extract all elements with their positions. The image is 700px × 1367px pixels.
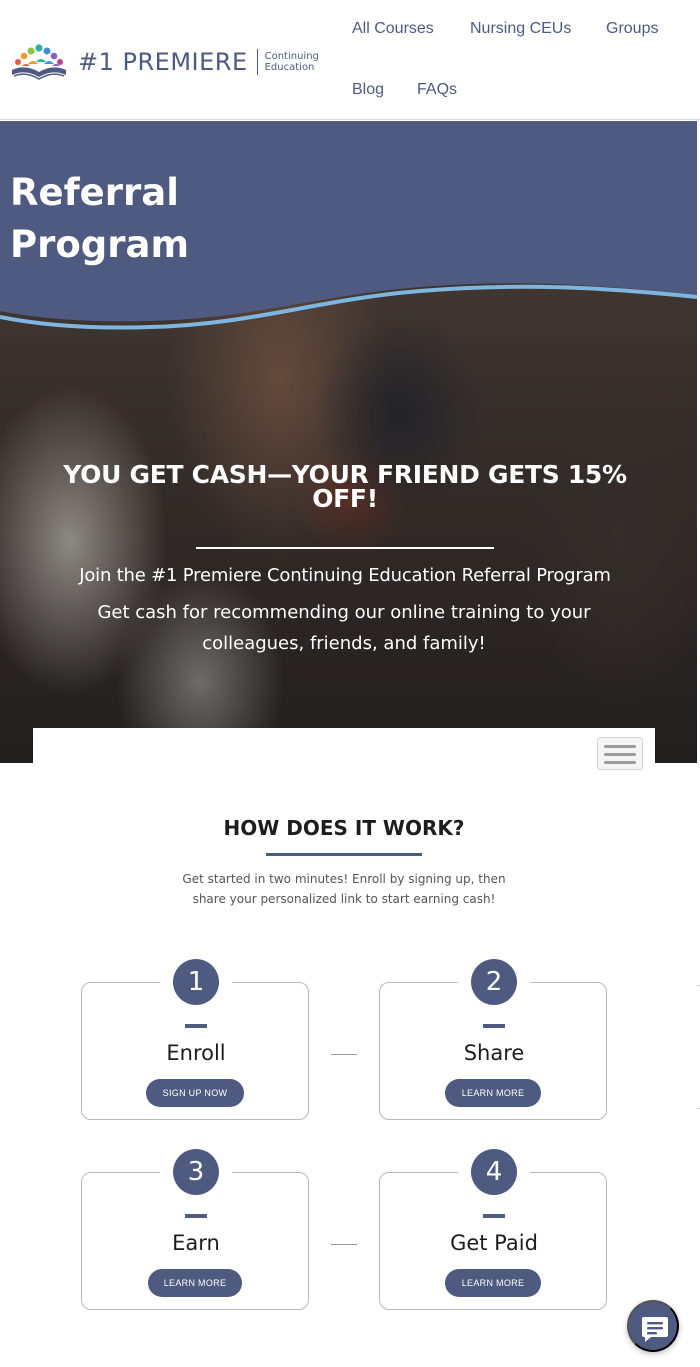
step-number: 2 (471, 959, 517, 1005)
hero-white-panel (33, 728, 655, 763)
logo-subtitle-line-2: Education (264, 62, 315, 73)
step-name: Enroll (166, 1041, 226, 1065)
hero-divider (196, 547, 494, 549)
site-logo[interactable]: #1 PREMIERE Continuing Education (10, 38, 320, 86)
nav-blog[interactable]: Blog (352, 81, 384, 99)
menu-line (604, 745, 636, 748)
share-learn-more-button[interactable]: LEARN MORE (445, 1079, 541, 1107)
step-name: Earn (172, 1231, 220, 1255)
step-card-enroll: 1 Enroll SIGN UP NOW (81, 959, 309, 1120)
step-name: Share (463, 1041, 525, 1065)
step-number: 1 (173, 959, 219, 1005)
page-title: Referral Program (10, 171, 190, 266)
how-it-works-description: Get started in two minutes! Enroll by si… (182, 872, 506, 906)
logo-subtitle: Continuing Education (265, 51, 319, 73)
step-dash (483, 1024, 505, 1028)
site-header: #1 PREMIERE Continuing Education All Cou… (0, 0, 700, 120)
menu-line (604, 761, 636, 764)
chat-bubble-icon[interactable] (627, 1300, 679, 1352)
step-connector (331, 1244, 357, 1245)
nav-nursing-ceus[interactable]: Nursing CEUs (470, 20, 571, 38)
book-with-people-icon (10, 42, 68, 82)
hero-section: Referral Program YOU GET CASH—YOUR FRIEN… (0, 121, 697, 763)
step-dash (185, 1214, 207, 1218)
menu-line (604, 753, 636, 756)
logo-divider (256, 49, 258, 75)
nav-all-courses[interactable]: All Courses (352, 20, 434, 38)
earn-learn-more-button[interactable]: LEARN MORE (148, 1269, 242, 1297)
step-number: 4 (471, 1149, 517, 1195)
hero-headline: YOU GET CASH—YOUR FRIEND GETS 15% OFF! (63, 460, 627, 513)
get-paid-learn-more-button[interactable]: LEARN MORE (445, 1269, 541, 1297)
step-dash (185, 1024, 207, 1028)
nav-groups[interactable]: Groups (606, 20, 658, 38)
logo-subtitle-line-1: Continuing (264, 51, 319, 62)
hamburger-menu-icon[interactable] (597, 737, 643, 770)
hero-subheadline: Join the #1 Premiere Continuing Educatio… (79, 565, 611, 586)
how-it-works-title: HOW DOES IT WORK? (223, 816, 465, 840)
step-connector (331, 1054, 357, 1055)
step-number: 3 (173, 1149, 219, 1195)
step-dash (483, 1214, 505, 1218)
step-card-earn: 3 Earn LEARN MORE (81, 1149, 309, 1310)
step-name: Get Paid (450, 1231, 538, 1255)
step-card-get-paid: 4 Get Paid LEARN MORE (379, 1149, 607, 1310)
sign-up-now-button[interactable]: SIGN UP NOW (146, 1079, 244, 1107)
hero-description: Get cash for recommending our online tra… (97, 602, 591, 654)
how-it-works-divider (266, 853, 422, 856)
logo-name: #1 PREMIERE (78, 48, 248, 76)
nav-faqs[interactable]: FAQs (417, 81, 457, 99)
step-card-share: 2 Share LEARN MORE (379, 959, 607, 1120)
